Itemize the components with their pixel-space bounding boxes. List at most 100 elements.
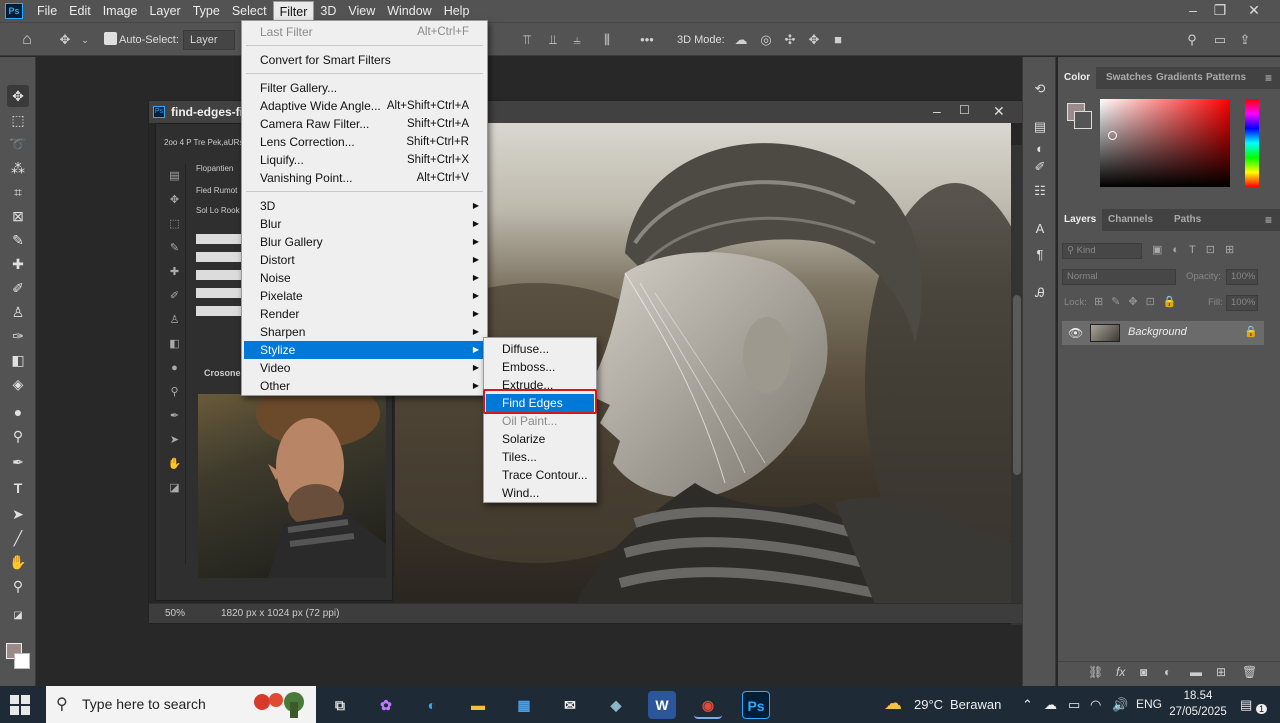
new-layer-icon[interactable]: ⊞ xyxy=(1216,665,1226,679)
hue-slider[interactable] xyxy=(1245,99,1259,187)
type-tool-icon[interactable]: T xyxy=(7,477,29,499)
menu-item-3d[interactable]: 3D ▶ xyxy=(244,197,485,215)
menu-filter[interactable]: Filter xyxy=(272,1,315,21)
menu-item-blur[interactable]: Blur ▶ xyxy=(244,215,485,233)
align-bottom-icon[interactable]: ⫨ xyxy=(568,31,586,49)
menu-item-render[interactable]: Render ▶ xyxy=(244,305,485,323)
word-icon[interactable]: W xyxy=(648,691,676,719)
character-panel-icon[interactable]: A xyxy=(1030,219,1050,239)
menu-item-video[interactable]: Video ▶ xyxy=(244,359,485,377)
add-mask-icon[interactable]: ◙ xyxy=(1140,665,1147,679)
fill-input[interactable]: 100% xyxy=(1226,295,1258,311)
auto-select-checkbox[interactable] xyxy=(104,32,117,45)
menu-item-convert-smart-filters[interactable]: Convert for Smart Filters xyxy=(244,51,485,69)
submenu-item-oil-paint[interactable]: Oil Paint... xyxy=(486,412,594,430)
mail-icon[interactable]: ✉ xyxy=(556,691,584,719)
eraser-tool-icon[interactable]: ◧ xyxy=(7,349,29,371)
microsoft-store-icon[interactable]: ▦ xyxy=(510,691,538,719)
magic-wand-tool-icon[interactable]: ⁂ xyxy=(7,157,29,179)
menu-item-last-filter[interactable]: Last Filter Alt+Ctrl+F xyxy=(244,23,485,41)
healing-tool-icon[interactable]: ✚ xyxy=(7,253,29,275)
auto-select-dropdown[interactable]: Layer xyxy=(183,30,235,50)
language-indicator[interactable]: ENG xyxy=(1136,697,1162,711)
zoom-tool-icon[interactable]: ⚲ xyxy=(7,575,29,597)
background-color-swatch[interactable] xyxy=(14,653,30,669)
dodge-tool-icon[interactable]: ⚲ xyxy=(7,425,29,447)
blur-tool-icon[interactable]: ● xyxy=(7,401,29,423)
menu-image[interactable]: Image xyxy=(97,1,144,21)
clock[interactable]: 18.54 27/05/2025 xyxy=(1168,688,1228,720)
chrome-icon[interactable]: ◉ xyxy=(694,691,722,719)
tab-paths[interactable]: Paths xyxy=(1168,209,1207,231)
move-tool-icon[interactable]: ✥ xyxy=(56,31,74,49)
tab-patterns[interactable]: Patterns xyxy=(1200,67,1252,89)
menu-item-liquify[interactable]: Liquify... Shift+Ctrl+X xyxy=(244,151,485,169)
menu-item-distort[interactable]: Distort ▶ xyxy=(244,251,485,269)
menu-item-other[interactable]: Other ▶ xyxy=(244,377,485,395)
lock-icon[interactable]: 🔒 xyxy=(1244,325,1258,338)
hand-tool-icon[interactable]: ✋ xyxy=(7,551,29,573)
scrollbar-thumb[interactable] xyxy=(1013,295,1021,475)
menu-help[interactable]: Help xyxy=(438,1,476,21)
orbit-3d-icon[interactable]: ☁ xyxy=(732,31,750,49)
pen-tool-icon[interactable]: ✒ xyxy=(7,451,29,473)
adjustment-layer-icon[interactable]: ◐ xyxy=(1164,665,1171,679)
document-dimensions[interactable]: 1820 px x 1024 px (72 ppi) xyxy=(221,608,339,619)
weather-condition[interactable]: Berawan xyxy=(950,697,1001,712)
properties-panel-icon[interactable]: ▤ xyxy=(1030,117,1050,137)
taskbar-search-box[interactable]: ⚲ Type here to search xyxy=(46,686,316,723)
close-icon[interactable]: ✕ xyxy=(1241,0,1267,22)
move-tool-icon[interactable]: ✥ xyxy=(7,85,29,107)
color-picker-field[interactable] xyxy=(1100,99,1230,187)
windows-start-icon[interactable] xyxy=(10,695,30,715)
link-layers-icon[interactable]: ⛓ xyxy=(1088,665,1103,679)
glyphs-panel-icon[interactable]: Ꭿ xyxy=(1030,283,1050,303)
menu-item-sharpen[interactable]: Sharpen ▶ xyxy=(244,323,485,341)
tab-channels[interactable]: Channels xyxy=(1102,209,1159,231)
submenu-item-trace-contour[interactable]: Trace Contour... xyxy=(486,466,594,484)
wifi-icon[interactable]: ◠ xyxy=(1090,697,1101,713)
menu-item-vanishing-point[interactable]: Vanishing Point... Alt+Ctrl+V xyxy=(244,169,485,187)
task-view-icon[interactable]: ⧉ xyxy=(326,691,354,719)
paint-bucket-tool-icon[interactable]: ◈ xyxy=(7,373,29,395)
menu-select[interactable]: Select xyxy=(226,1,273,21)
eyedropper-tool-icon[interactable]: ✎ xyxy=(7,229,29,251)
minimize-icon[interactable]: – xyxy=(1180,0,1206,22)
share-icon[interactable]: ⇪ xyxy=(1236,31,1254,49)
menu-item-pixelate[interactable]: Pixelate ▶ xyxy=(244,287,485,305)
weather-icon[interactable]: ☁ xyxy=(884,693,902,714)
edge-browser-icon[interactable]: ◐ xyxy=(418,691,446,719)
brush-tool-icon[interactable]: ✐ xyxy=(7,277,29,299)
drag-3d-icon[interactable]: ✣ xyxy=(781,31,799,49)
new-group-icon[interactable]: ▬ xyxy=(1190,665,1202,679)
crop-tool-icon[interactable]: ⌗ xyxy=(7,181,29,203)
delete-layer-icon[interactable]: 🗑 xyxy=(1242,665,1257,679)
history-panel-icon[interactable]: ⟲ xyxy=(1030,79,1050,99)
opacity-input[interactable]: 100% xyxy=(1226,269,1258,285)
chevron-down-icon[interactable]: ⌄ xyxy=(76,31,94,49)
network-icon[interactable]: ▭ xyxy=(1068,697,1080,713)
menu-file[interactable]: File xyxy=(31,1,63,21)
fx-icon[interactable]: fx xyxy=(1116,665,1125,679)
doc-minimize-icon[interactable]: – xyxy=(933,103,941,119)
menu-window[interactable]: Window xyxy=(381,1,437,21)
lasso-tool-icon[interactable]: ➰ xyxy=(7,133,29,155)
menu-item-lens-correction[interactable]: Lens Correction... Shift+Ctrl+R xyxy=(244,133,485,151)
notification-icon[interactable]: ▤ xyxy=(1240,697,1252,713)
submenu-item-wind[interactable]: Wind... xyxy=(486,484,594,502)
search-icon[interactable]: ⚲ xyxy=(1183,31,1201,49)
onedrive-icon[interactable]: ☁ xyxy=(1044,697,1057,713)
stamp-tool-icon[interactable]: ♙ xyxy=(7,301,29,323)
paragraph-panel-icon[interactable]: ¶ xyxy=(1030,245,1050,265)
default-colors-icon[interactable]: ◪ xyxy=(7,605,29,627)
workspace-icon[interactable]: ▭ xyxy=(1211,31,1229,49)
panel-menu-icon[interactable]: ≡ xyxy=(1265,71,1272,85)
volume-icon[interactable]: 🔊 xyxy=(1112,697,1128,713)
more-options-icon[interactable]: ••• xyxy=(638,31,656,49)
layers-panel-menu-icon[interactable]: ≡ xyxy=(1265,213,1272,227)
submenu-item-emboss[interactable]: Emboss... xyxy=(486,358,594,376)
brush-panel-icon[interactable]: ✐ xyxy=(1030,157,1050,177)
zoom-level[interactable]: 50% xyxy=(165,608,185,619)
photoshop-taskbar-icon[interactable]: Ps xyxy=(742,691,770,719)
menu-item-adaptive-wide-angle[interactable]: Adaptive Wide Angle... Alt+Shift+Ctrl+A xyxy=(244,97,485,115)
